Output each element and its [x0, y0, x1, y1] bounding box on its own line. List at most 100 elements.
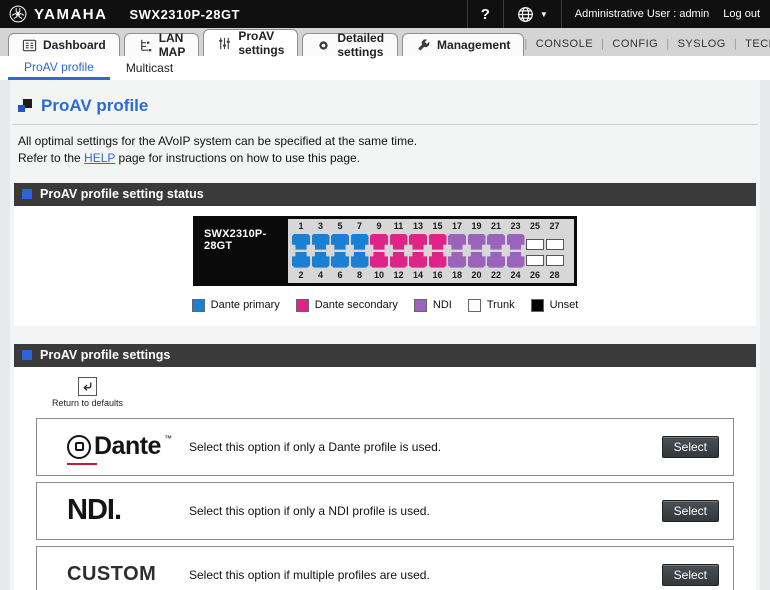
option-row-ndi: NDI. Select this option if only a NDI pr…: [36, 481, 734, 540]
port-number: 27: [549, 220, 560, 231]
help-link[interactable]: HELP: [84, 151, 115, 165]
subtab-multicast[interactable]: Multicast: [110, 56, 189, 80]
main-tab-bar: Dashboard LAN MAP ProAV settings Detaile…: [0, 28, 770, 59]
subtab-proav-profile[interactable]: ProAV profile: [8, 56, 110, 80]
dante-logo-text: Dante: [94, 432, 161, 461]
port-14: [409, 251, 427, 268]
port-18: [448, 251, 466, 268]
port-number: 3: [317, 220, 323, 231]
link-console[interactable]: CONSOLE: [536, 38, 593, 50]
legend-item: NDI: [413, 298, 452, 312]
tab-dashboard[interactable]: Dashboard: [8, 33, 120, 56]
port-number: 14: [412, 269, 423, 280]
port-20: [467, 251, 486, 268]
logout-button[interactable]: Log out: [717, 0, 770, 28]
settings-section: ProAV profile settings Return to default…: [14, 343, 756, 590]
port-22: [487, 251, 505, 268]
port-number: 21: [490, 220, 501, 231]
chevron-down-icon: ▼: [539, 9, 548, 19]
port-3: [311, 233, 330, 250]
legend-label: Dante primary: [210, 299, 280, 312]
help-button[interactable]: ?: [466, 0, 503, 28]
port-number: 4: [317, 269, 323, 280]
select-ndi-button[interactable]: Select: [661, 499, 719, 522]
port-number: 22: [490, 269, 501, 280]
language-selector[interactable]: ▼: [502, 0, 561, 28]
port-number: 2: [298, 269, 304, 280]
port-column: 78: [350, 221, 369, 281]
port-number: 25: [529, 220, 540, 231]
status-section: ProAV profile setting status SWX2310P-28…: [14, 182, 756, 326]
port-24: [506, 251, 525, 268]
port-column: 56: [331, 221, 349, 281]
brand-wordmark: YAMAHA: [34, 5, 108, 23]
link-syslog[interactable]: SYSLOG: [678, 38, 726, 50]
description-line2-suffix: page for instructions on how to use this…: [115, 150, 361, 165]
port-number: 15: [432, 220, 443, 231]
port-9: [370, 233, 388, 250]
port-column: 27 28: [545, 220, 564, 281]
port-11: [389, 233, 408, 250]
select-custom-button[interactable]: Select: [661, 563, 719, 586]
logged-in-user: Administrative User : admin: [560, 0, 718, 28]
port-25: [526, 238, 544, 250]
page-title-icon: [18, 99, 32, 113]
tab-management[interactable]: Management: [402, 33, 525, 56]
tab-detailed-settings[interactable]: Detailed settings: [302, 31, 399, 59]
port-21: [487, 233, 505, 250]
port-number: 9: [376, 220, 382, 231]
dashboard-icon: [22, 38, 37, 53]
blue-square-icon: [22, 189, 32, 200]
trademark-symbol: ™: [163, 434, 172, 444]
brand: YAMAHA SWX2310P-28GT: [0, 4, 240, 24]
settings-section-title: ProAV profile settings: [40, 348, 171, 363]
legend: Dante primary Dante secondary NDI Trunk Unse…: [14, 298, 756, 312]
option-description: Select this option if multiple profiles …: [189, 567, 430, 582]
settings-section-header: ProAV profile settings: [14, 343, 756, 367]
port-13: [409, 233, 427, 250]
tab-label: Dashboard: [43, 38, 106, 52]
page-title: ProAV profile: [41, 96, 149, 115]
description-line1: All optimal settings for the AVoIP syste…: [18, 134, 418, 148]
port-column: 17 18: [448, 221, 466, 281]
gear-icon: [316, 38, 331, 53]
port-column: 11 12: [389, 221, 408, 281]
port-1: [292, 233, 310, 250]
status-section-header: ProAV profile setting status: [14, 182, 756, 206]
tab-lan-map[interactable]: LAN MAP: [123, 31, 200, 59]
top-bar: YAMAHA SWX2310P-28GT ? ▼ Administrative …: [0, 0, 770, 28]
legend-label: Dante secondary: [314, 299, 398, 312]
legend-item: Dante secondary: [295, 298, 398, 312]
port-column: 34: [311, 220, 330, 281]
return-to-defaults-button[interactable]: Return to defaults: [52, 376, 123, 408]
select-dante-button[interactable]: Select: [661, 435, 719, 458]
wrench-icon: [416, 38, 431, 53]
separator: |: [524, 38, 528, 50]
legend-label: NDI: [432, 299, 452, 312]
port-number: 20: [471, 269, 482, 280]
tab-proav-settings[interactable]: ProAV settings: [203, 29, 299, 57]
page-description: All optimal settings for the AVoIP syste…: [12, 133, 758, 167]
link-techinfo[interactable]: TECHINFO: [745, 38, 770, 50]
port-number: 12: [393, 269, 404, 280]
port-column: 21 22: [487, 221, 505, 281]
port-number: 17: [451, 220, 462, 231]
link-config[interactable]: CONFIG: [612, 38, 658, 50]
yamaha-logo-icon: [8, 4, 28, 24]
port-number: 6: [337, 269, 343, 280]
port-number: 10: [373, 269, 384, 280]
port-column: 13 14: [409, 221, 427, 281]
lan-map-icon: [138, 38, 153, 53]
tab-label: ProAV settings: [238, 29, 285, 57]
sliders-icon: [217, 36, 232, 51]
option-description: Select this option if only a Dante profi…: [189, 439, 442, 454]
port-number: 24: [510, 269, 521, 280]
port-number: 5: [337, 220, 343, 231]
description-line2-prefix: Refer to the: [18, 150, 85, 165]
port-17: [448, 233, 466, 250]
separator: |: [601, 38, 605, 50]
port-7: [350, 233, 369, 250]
port-column: 15 16: [428, 220, 447, 281]
main-content: ProAV profile All optimal settings for t…: [10, 80, 760, 590]
port-number: 18: [451, 269, 462, 280]
